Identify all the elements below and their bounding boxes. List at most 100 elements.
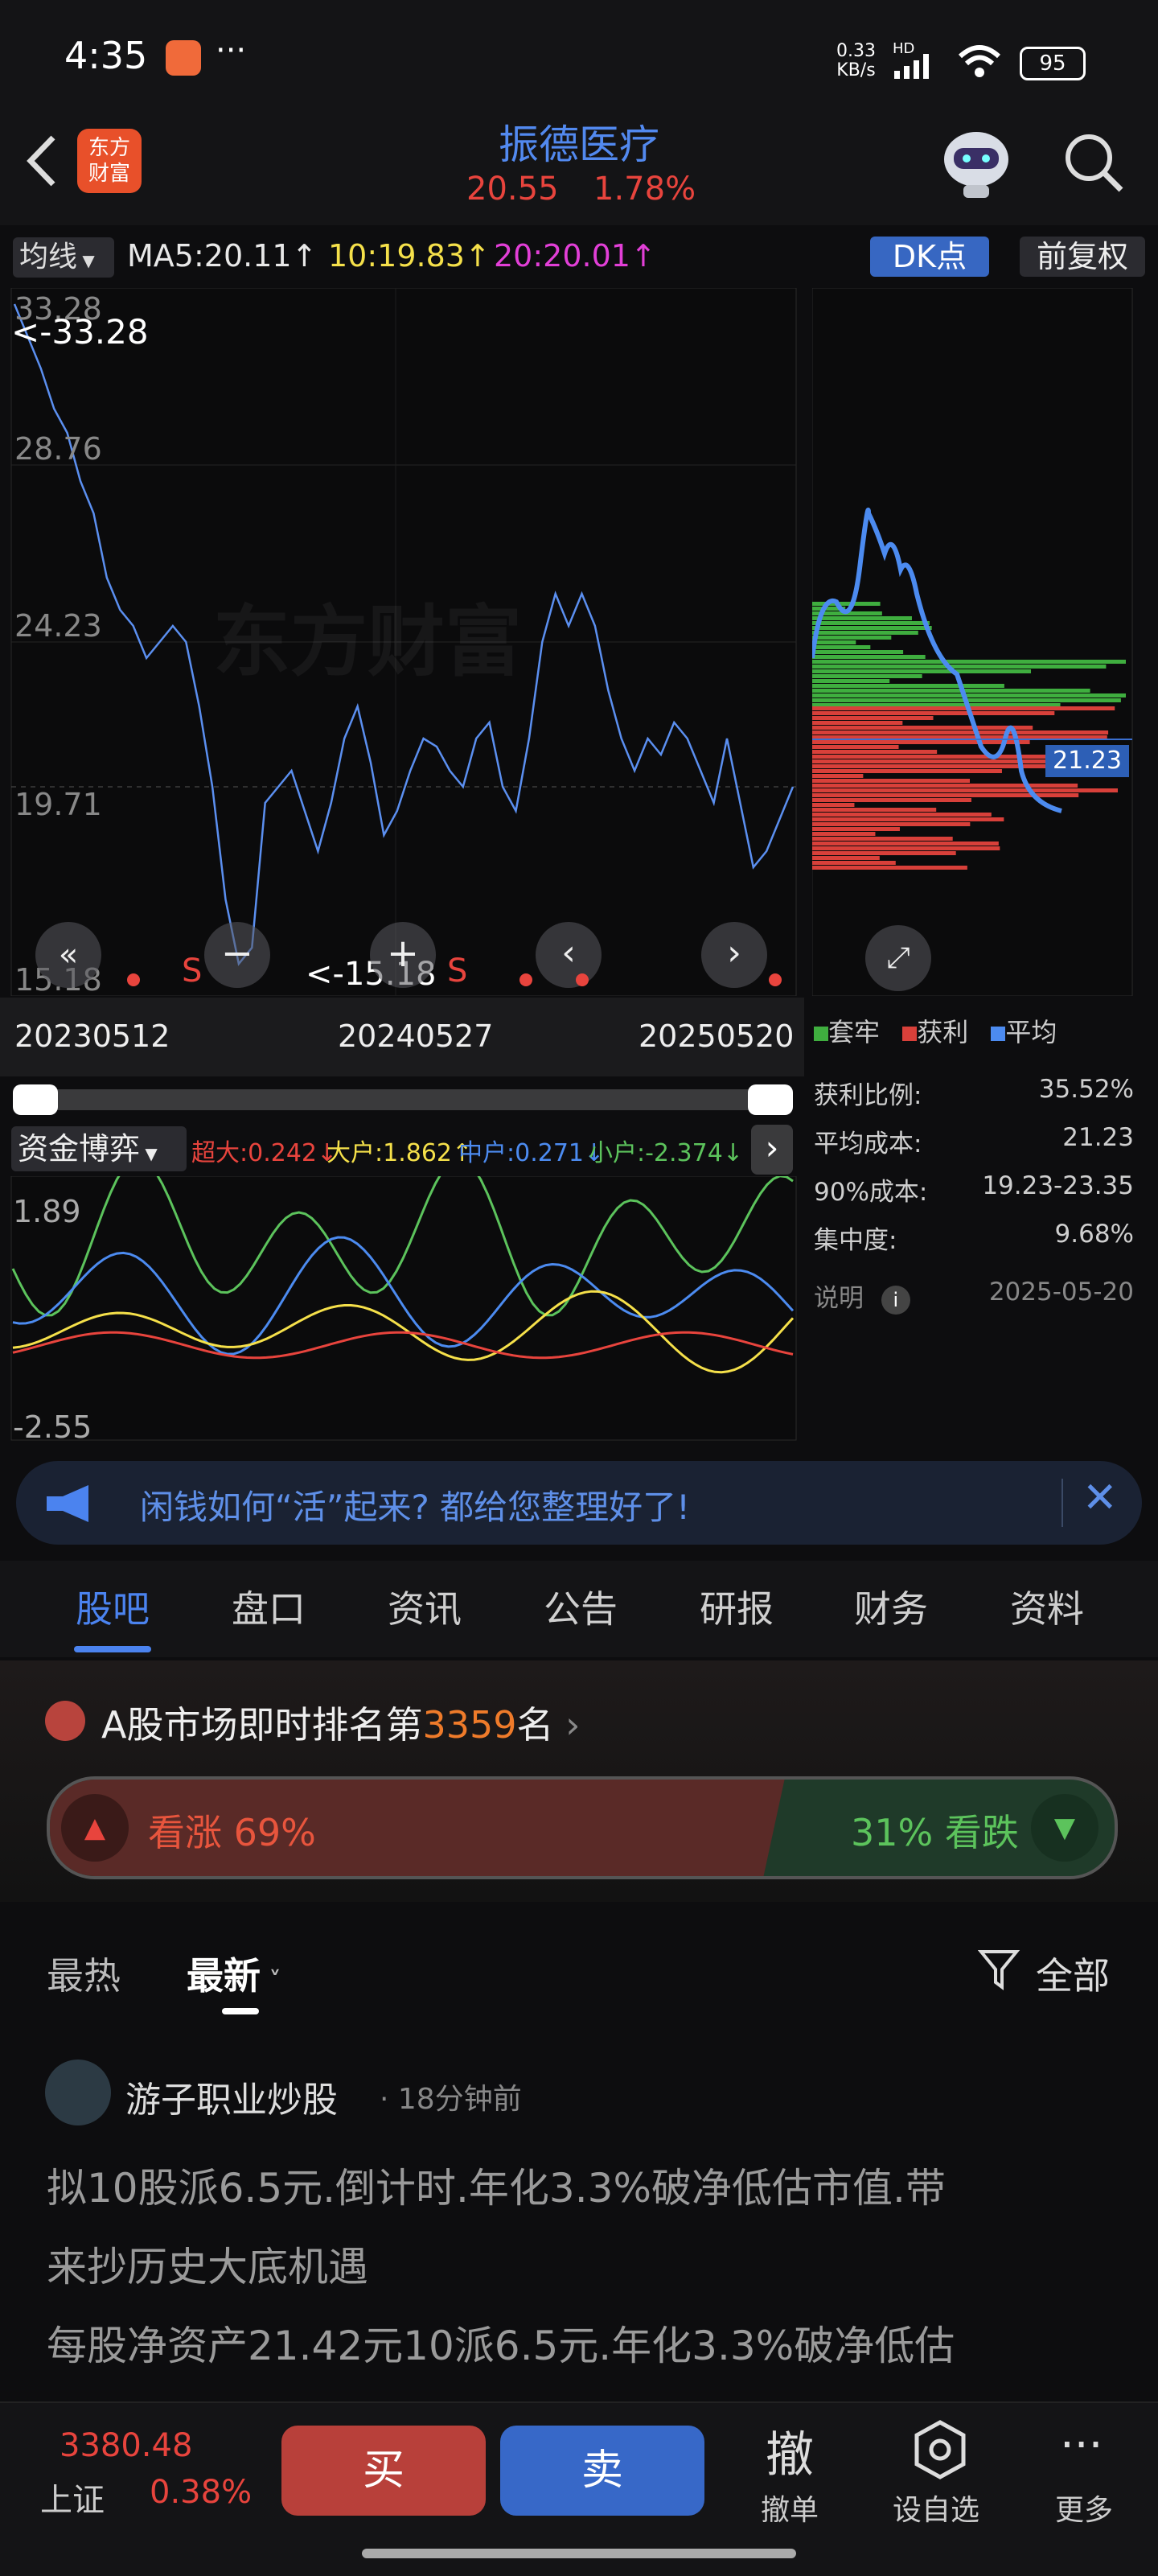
- cost-90-row: 90%成本: 19.23-23.35: [814, 1171, 1134, 1207]
- super-large-value: 超大:0.242↓: [191, 1139, 338, 1167]
- chart-scroll-left-fast-icon[interactable]: «: [35, 922, 101, 988]
- bull-icon[interactable]: ▲: [61, 1794, 129, 1862]
- sell-signal: S: [447, 953, 468, 990]
- avatar[interactable]: [45, 2060, 111, 2125]
- index-change[interactable]: 0.38%: [150, 2474, 252, 2511]
- cancel-order-icon[interactable]: 撤: [766, 2416, 814, 2486]
- stock-change: 1.78%: [593, 171, 696, 208]
- dk-point-button[interactable]: DK点: [870, 237, 989, 277]
- stock-name[interactable]: 振德医疗: [418, 113, 740, 171]
- tab-research[interactable]: 研报: [672, 1561, 801, 1657]
- notice-banner[interactable]: 闲钱如何“活”起来? 都给您整理好了! ✕: [16, 1461, 1142, 1545]
- signal-dot: [127, 973, 140, 986]
- tab-news[interactable]: 资讯: [360, 1561, 489, 1657]
- filter-icon[interactable]: [978, 1947, 1021, 1992]
- x-axis: 20230512 20240527 20250520: [0, 998, 804, 1076]
- status-bar: 4:35 ··· 0.33 KB/s HD 95: [0, 0, 1158, 121]
- tab-guba[interactable]: 股吧: [48, 1561, 177, 1657]
- eastmoney-logo: 东方 财富: [77, 129, 142, 193]
- post-line[interactable]: 来抄历史大底机遇: [47, 2235, 368, 2293]
- avg-cost-row: 平均成本: 21.23: [814, 1123, 1134, 1158]
- buy-button[interactable]: 买: [281, 2426, 486, 2516]
- y-label-2: 28.76: [14, 431, 102, 467]
- post-line[interactable]: 每股净资产21.42元10派6.5元.年化3.3%破净低估: [47, 2314, 955, 2372]
- bear-icon[interactable]: ▼: [1031, 1794, 1098, 1862]
- concentration-row: 集中度: 9.68%: [814, 1220, 1134, 1255]
- filter-indicator: [222, 2008, 259, 2014]
- bear-label: 31% 看跌: [851, 1811, 1019, 1854]
- info-icon: i: [881, 1286, 910, 1315]
- home-indicator: [362, 2549, 796, 2558]
- fund-game-chart: [10, 1176, 797, 1441]
- index-name[interactable]: 上证: [40, 2474, 105, 2520]
- add-watchlist-icon[interactable]: [912, 2419, 968, 2480]
- chip-legend: 套牢 获利 平均: [814, 1012, 1057, 1049]
- adjust-button[interactable]: 前复权: [1020, 237, 1145, 277]
- x-label-start: 20230512: [14, 1018, 170, 1054]
- bull-label: 看涨 69%: [148, 1811, 316, 1854]
- fund-game-selector[interactable]: 资金博弈 ▼: [11, 1126, 187, 1171]
- ma-selector[interactable]: 均线 ▼: [13, 237, 114, 278]
- filter-hot[interactable]: 最热: [47, 1947, 121, 2000]
- tab-finance[interactable]: 财务: [827, 1561, 955, 1657]
- x-label-end: 20250520: [639, 1018, 795, 1054]
- fund-y-top: 1.89: [13, 1194, 81, 1229]
- notice-divider: [1062, 1479, 1063, 1527]
- close-icon[interactable]: ✕: [1082, 1474, 1118, 1522]
- tab-pankou[interactable]: 盘口: [204, 1561, 333, 1657]
- ma10-value: 10:19.83↑: [328, 238, 491, 274]
- tab-profile[interactable]: 资料: [983, 1561, 1111, 1657]
- top-bar: 东方 财富 振德医疗 20.55 1.78%: [0, 105, 1158, 225]
- chip-note-row[interactable]: 说明 i 2025-05-20: [814, 1278, 1134, 1315]
- active-tab-indicator: [74, 1646, 151, 1652]
- filter-latest[interactable]: 最新 ˅: [187, 1947, 281, 2000]
- chip-distribution-chart: [812, 288, 1133, 996]
- range-handle-right[interactable]: [748, 1084, 793, 1115]
- expand-icon[interactable]: ⤢: [865, 925, 931, 991]
- sell-signal: S: [182, 953, 203, 990]
- battery-icon: 95: [1020, 47, 1086, 80]
- tab-announcement[interactable]: 公告: [516, 1561, 645, 1657]
- wifi-icon: [958, 45, 1001, 77]
- more-label[interactable]: 更多: [1055, 2487, 1113, 2529]
- robot-assistant-icon[interactable]: [936, 124, 1016, 201]
- large-value: 大户:1.862↑: [326, 1139, 473, 1167]
- add-watchlist-label[interactable]: 设自选: [893, 2487, 979, 2529]
- avg-cost-tag: 21.23: [1045, 745, 1129, 777]
- back-icon[interactable]: [21, 133, 61, 189]
- post-time: · 18分钟前: [380, 2083, 522, 2116]
- cancel-order-label[interactable]: 撤单: [761, 2487, 819, 2529]
- chart-scroll-right-icon[interactable]: ›: [701, 922, 767, 988]
- profit-ratio-row: 获利比例: 35.52%: [814, 1075, 1134, 1110]
- watermark: 东方财富: [213, 597, 522, 687]
- more-notifications-icon: ···: [216, 32, 247, 69]
- index-value[interactable]: 3380.48: [60, 2427, 192, 2464]
- ranking-text[interactable]: A股市场即时排名第3359名 ›: [101, 1696, 581, 1749]
- zoom-out-icon[interactable]: −: [204, 922, 270, 988]
- app-notification-icon: [166, 40, 201, 76]
- more-icon[interactable]: ···: [1060, 2419, 1103, 2471]
- tab-strip: 股吧 盘口 资讯 公告 研报 财务 资料: [0, 1561, 1158, 1657]
- signal-dot: [769, 973, 782, 986]
- signal-dot: [576, 973, 589, 986]
- ma20-value: 20:20.01↑: [494, 238, 656, 274]
- search-icon[interactable]: [1062, 130, 1126, 195]
- range-handle-left[interactable]: [13, 1084, 58, 1115]
- max-price-marker: <-33.28: [11, 312, 149, 352]
- chart-scroll-left-icon[interactable]: ‹: [536, 922, 602, 988]
- notice-text: 闲钱如何“活”起来? 都给您整理好了!: [140, 1488, 690, 1527]
- sell-button[interactable]: 卖: [500, 2426, 704, 2516]
- fund-next-icon[interactable]: ›: [751, 1125, 793, 1175]
- signal-dot: [519, 973, 532, 986]
- medium-value: 中户:0.271↓: [458, 1139, 605, 1167]
- filter-all[interactable]: 全部: [1036, 1947, 1110, 2000]
- y-label-4: 19.71: [14, 787, 102, 822]
- post-author[interactable]: 游子职业炒股: [125, 2071, 338, 2122]
- net-speed: 0.33 KB/s: [836, 41, 876, 80]
- fund-y-bottom: -2.55: [13, 1409, 92, 1445]
- zoom-in-icon[interactable]: +: [370, 922, 436, 988]
- post-line[interactable]: 拟10股派6.5元.倒计时.年化3.3%破净低估市值.带: [47, 2156, 946, 2214]
- clock: 4:35: [64, 34, 148, 77]
- range-scrollbar[interactable]: [13, 1089, 793, 1110]
- signal-icon: [894, 54, 929, 79]
